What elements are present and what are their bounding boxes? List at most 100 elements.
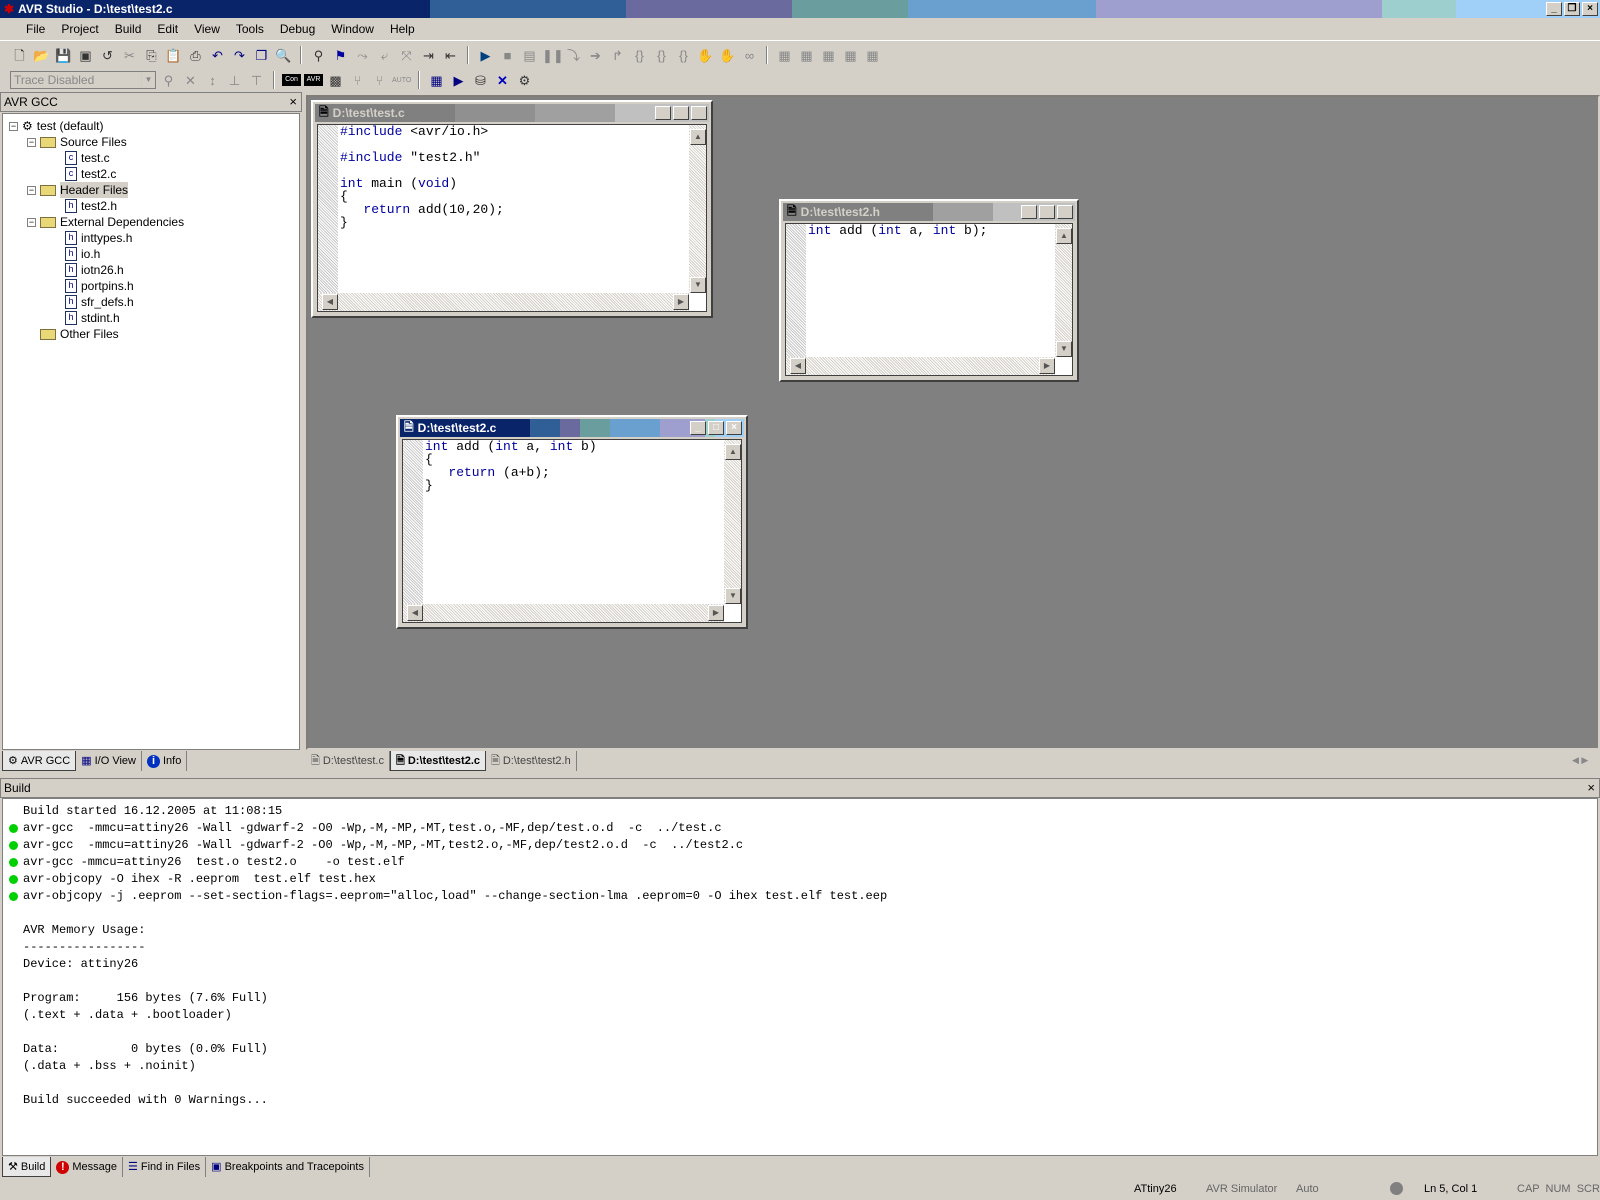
scroll-left-icon[interactable]: ◀ — [407, 605, 423, 621]
glasses-icon[interactable]: ∞ — [740, 46, 759, 65]
paste-icon[interactable]: 📋 — [164, 46, 183, 65]
clear-bookmarks-icon[interactable]: ⤧ — [397, 46, 416, 65]
code-text[interactable]: #include <avr/io.h> #include "test2.h" i… — [340, 125, 504, 229]
build-output[interactable]: Build started 16.12.2005 at 11:08:15 avr-… — [2, 798, 1598, 1156]
step-over-icon[interactable]: ➔ — [586, 46, 605, 65]
branch2-icon[interactable]: ⑂ — [370, 71, 389, 90]
left-panel-close-icon[interactable]: × — [289, 93, 297, 111]
find-in-files-icon[interactable]: 🔍 — [274, 46, 293, 65]
minimize-button[interactable]: _ — [690, 421, 706, 435]
tab-breakpoints[interactable]: ▣ Breakpoints and Tracepoints — [206, 1157, 370, 1177]
scroll-right-icon[interactable]: ▶ — [708, 605, 724, 621]
code-editor[interactable]: int add (int a, int b); ▲ ▼ ◀ ▶ — [785, 223, 1073, 376]
scroll-down-icon[interactable]: ▼ — [725, 588, 741, 604]
editor-window-test2-h[interactable]: 🗎 D:\test\test2.h _ □ × int add (int a, int… — [779, 199, 1079, 382]
tab-scroll-arrows[interactable]: ◀ ▶ — [1572, 755, 1588, 766]
code-editor[interactable]: int add (int a, int b) { return (a+b); }… — [402, 439, 742, 623]
next-bookmark-icon[interactable]: ⤳ — [353, 46, 372, 65]
branch-icon[interactable]: ⑂ — [348, 71, 367, 90]
close-button[interactable]: × — [691, 106, 707, 120]
breakpoint-hand-icon[interactable]: ✋ — [696, 46, 715, 65]
prev-bookmark-icon[interactable]: ⤶ — [375, 46, 394, 65]
new-file-icon[interactable]: 🗋 — [10, 46, 29, 65]
run-to-cursor-icon[interactable]: {} — [630, 46, 649, 65]
menu-view[interactable]: View — [186, 22, 228, 36]
tree-root[interactable]: − ⚙ test (default) — [9, 118, 299, 134]
bookmark-icon[interactable]: ⚑ — [331, 46, 350, 65]
binoculars-icon[interactable]: ⚲ — [309, 46, 328, 65]
disassembler-icon[interactable]: ▦ — [841, 46, 860, 65]
tab-find-in-files[interactable]: ☰ Find in Files — [123, 1157, 207, 1177]
tree-file[interactable]: h sfr_defs.h — [65, 294, 299, 310]
scroll-down-icon[interactable]: ▼ — [690, 277, 706, 293]
brace-icon[interactable]: {} — [674, 46, 693, 65]
undo-icon[interactable]: ↶ — [208, 46, 227, 65]
horizontal-scrollbar[interactable]: ◀ ▶ — [403, 604, 724, 622]
print-icon[interactable]: ⎙ — [186, 46, 205, 65]
step-into-icon[interactable]: ⤵ — [564, 46, 583, 65]
editor-window-test2-c[interactable]: 🗎 D:\test\test2.c _ □ × int add (int a, int… — [396, 415, 748, 629]
pause-icon[interactable]: ❚❚ — [542, 46, 564, 65]
scroll-right-icon[interactable]: ▶ — [673, 294, 689, 310]
minimize-button[interactable]: _ — [655, 106, 671, 120]
tab-io-view[interactable]: ▦ I/O View — [76, 751, 142, 771]
horizontal-scrollbar[interactable]: ◀ ▶ — [318, 293, 689, 311]
run-icon[interactable]: ▶ — [476, 46, 495, 65]
chip-icon[interactable]: ▩ — [326, 71, 345, 90]
trace-up-icon[interactable]: ⊤ — [247, 71, 266, 90]
scroll-right-icon[interactable]: ▶ — [1039, 358, 1055, 374]
trace-step-icon[interactable]: ↕ — [203, 71, 222, 90]
outdent-icon[interactable]: ⇤ — [441, 46, 460, 65]
restore-button[interactable]: ❐ — [1564, 2, 1580, 16]
doc-tab-test2-c[interactable]: 🗎 D:\test\test2.c — [390, 751, 486, 771]
maximize-button[interactable]: □ — [673, 106, 689, 120]
scroll-down-icon[interactable]: ▼ — [1056, 341, 1072, 357]
tree-file[interactable]: c test2.c — [65, 166, 299, 182]
editor-title-bar[interactable]: 🗎 D:\test\test.c _ □ × — [315, 104, 709, 122]
processor-view-icon[interactable]: ▦ — [863, 46, 882, 65]
collapse-icon[interactable]: − — [27, 185, 36, 195]
options-gear-icon[interactable]: ⚙ — [515, 71, 534, 90]
build-and-run-icon[interactable]: ▶ — [449, 71, 468, 90]
cut-icon[interactable]: ✂ — [120, 46, 139, 65]
code-text[interactable]: int add (int a, int b); — [808, 224, 987, 237]
tree-file[interactable]: h portpins.h — [65, 278, 299, 294]
horizontal-scrollbar[interactable]: ◀ ▶ — [786, 357, 1055, 375]
maximize-button[interactable]: □ — [708, 421, 724, 435]
minimize-button[interactable]: _ — [1021, 205, 1037, 219]
trace-probe-icon[interactable]: ⚲ — [159, 71, 178, 90]
scroll-up-icon[interactable]: ▲ — [690, 129, 706, 145]
windows-icon[interactable]: ❐ — [252, 46, 271, 65]
menu-edit[interactable]: Edit — [149, 22, 186, 36]
editor-title-bar[interactable]: 🗎 D:\test\test2.h _ □ × — [783, 203, 1075, 221]
minimize-button[interactable]: _ — [1546, 2, 1562, 16]
memory-view-icon[interactable]: ▦ — [797, 46, 816, 65]
maximize-button[interactable]: □ — [1039, 205, 1055, 219]
doc-tab-test-c[interactable]: 🗎 D:\test\test.c — [306, 751, 390, 771]
trace-down-icon[interactable]: ⊥ — [225, 71, 244, 90]
tab-avr-gcc[interactable]: ⚙ AVR GCC — [2, 751, 77, 771]
save-all-icon[interactable]: ▣ — [76, 46, 95, 65]
watch-view-icon[interactable]: ▦ — [775, 46, 794, 65]
tree-file[interactable]: h iotn26.h — [65, 262, 299, 278]
tree-file[interactable]: h inttypes.h — [65, 230, 299, 246]
menu-window[interactable]: Window — [323, 22, 382, 36]
tree-file[interactable]: c test.c — [65, 150, 299, 166]
build-panel-close-icon[interactable]: × — [1587, 779, 1595, 797]
auto-step-icon[interactable]: {} — [652, 46, 671, 65]
tree-file[interactable]: h stdint.h — [65, 310, 299, 326]
tree-file[interactable]: h test2.h — [65, 198, 299, 214]
tree-file[interactable]: h io.h — [65, 246, 299, 262]
scroll-up-icon[interactable]: ▲ — [725, 444, 741, 460]
register-view-icon[interactable]: ▦ — [819, 46, 838, 65]
menu-file[interactable]: File — [18, 22, 53, 36]
scroll-up-icon[interactable]: ▲ — [1056, 228, 1072, 244]
reload-icon[interactable]: ↺ — [98, 46, 117, 65]
build-icon[interactable]: ▦ — [427, 71, 446, 90]
trace-select[interactable]: Trace Disabled ▼ — [10, 71, 156, 89]
rebuild-icon[interactable]: ⛁ — [471, 71, 490, 90]
scroll-left-icon[interactable]: ◀ — [322, 294, 338, 310]
menu-help[interactable]: Help — [382, 22, 423, 36]
menu-build[interactable]: Build — [107, 22, 150, 36]
menu-project[interactable]: Project — [53, 22, 106, 36]
